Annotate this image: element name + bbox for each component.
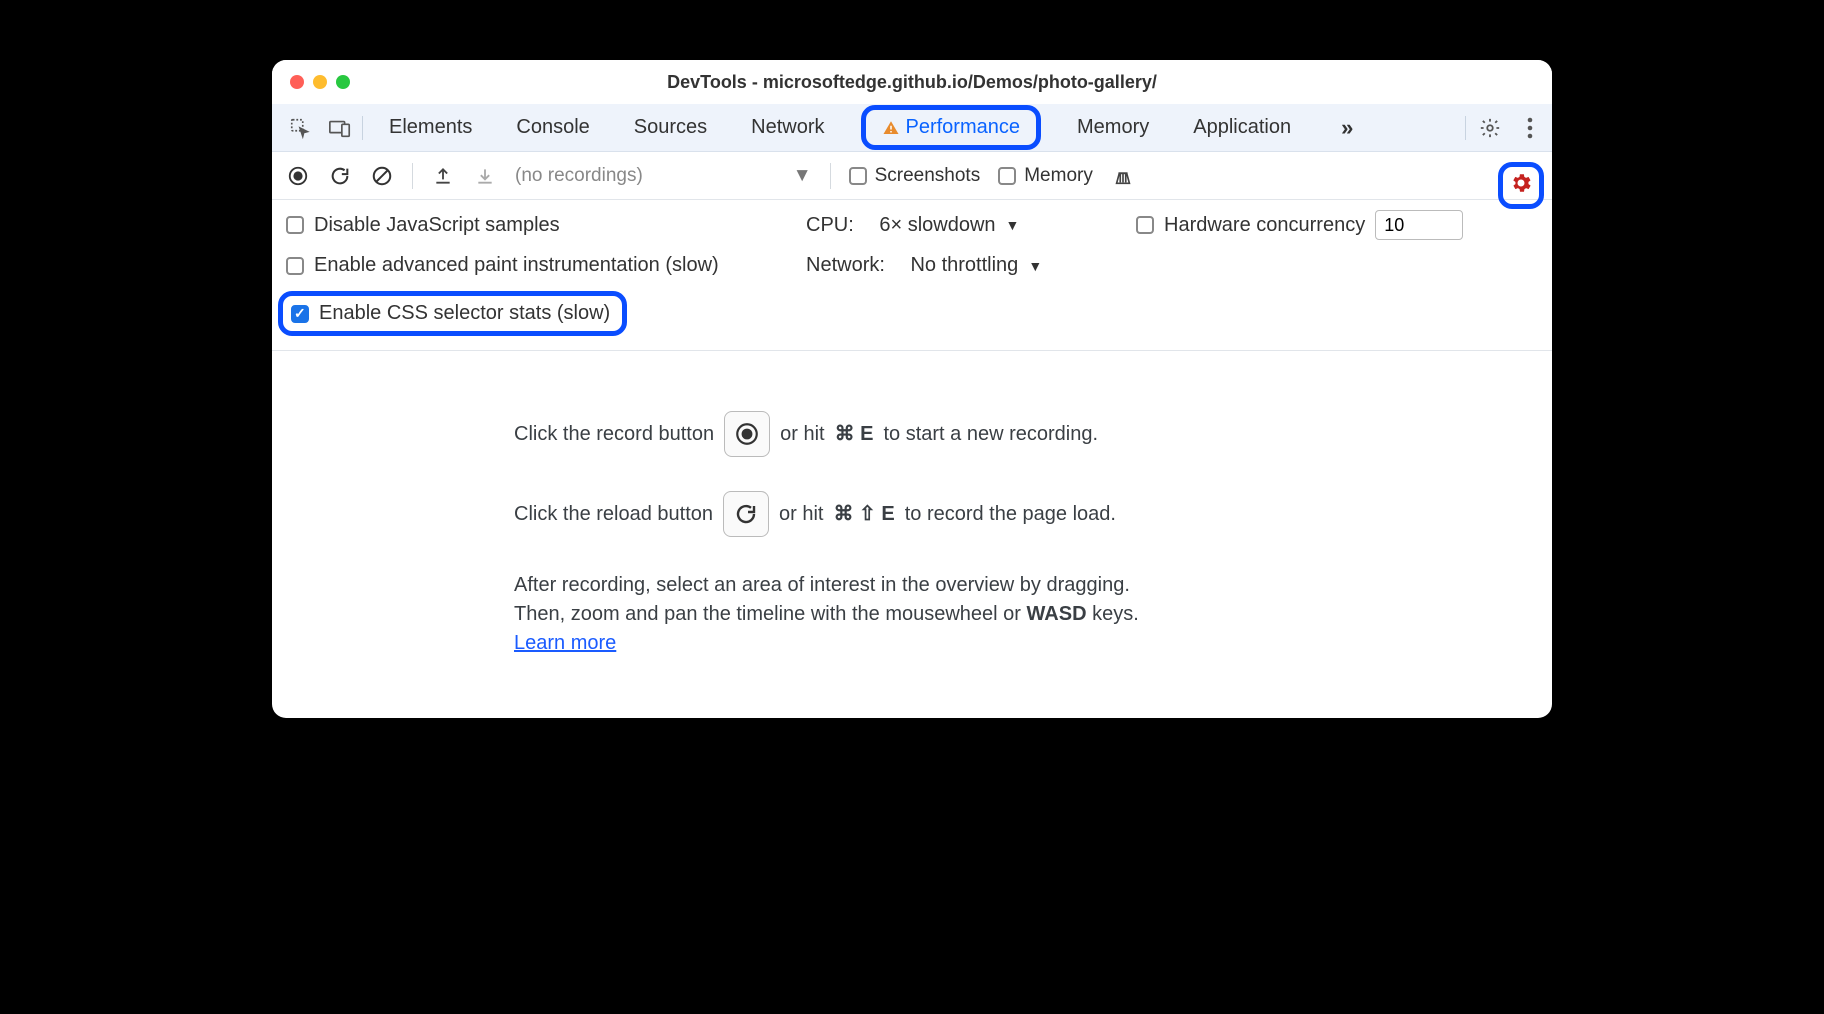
hardware-concurrency-group: Hardware concurrency bbox=[1136, 210, 1538, 240]
close-window-button[interactable] bbox=[290, 75, 304, 89]
window-title: DevTools - microsoftedge.github.io/Demos… bbox=[272, 72, 1552, 93]
tab-elements[interactable]: Elements bbox=[381, 112, 480, 143]
capture-settings-highlight bbox=[1498, 162, 1544, 209]
memory-checkbox[interactable]: Memory bbox=[998, 165, 1093, 187]
settings-gear-icon[interactable] bbox=[1478, 116, 1502, 140]
capture-settings-gear-icon[interactable] bbox=[1509, 171, 1533, 195]
cpu-throttling-dropdown[interactable]: CPU: 6× slowdown ▼ bbox=[806, 214, 1126, 237]
reload-button-inline[interactable] bbox=[723, 491, 769, 537]
tab-network[interactable]: Network bbox=[743, 112, 832, 143]
capture-options: Disable JavaScript samples CPU: 6× slowd… bbox=[272, 200, 1552, 351]
caret-down-icon: ▼ bbox=[793, 165, 812, 187]
screenshots-checkbox[interactable]: Screenshots bbox=[849, 165, 981, 187]
css-selector-stats-highlight: Enable CSS selector stats (slow) bbox=[278, 291, 627, 336]
divider bbox=[412, 163, 413, 189]
checkbox-icon bbox=[849, 167, 867, 185]
checkbox-icon bbox=[286, 257, 304, 275]
checkbox-checked-icon bbox=[291, 305, 309, 323]
tab-console[interactable]: Console bbox=[508, 112, 597, 143]
window-controls bbox=[290, 75, 350, 89]
shortcut-reload: ⌘ ⇧ E bbox=[833, 500, 894, 529]
checkbox-icon bbox=[286, 216, 304, 234]
upload-icon[interactable] bbox=[431, 164, 455, 188]
download-icon[interactable] bbox=[473, 164, 497, 188]
shortcut-record: ⌘ E bbox=[835, 420, 874, 449]
record-button[interactable] bbox=[286, 164, 310, 188]
hardware-concurrency-input[interactable] bbox=[1375, 210, 1463, 240]
device-toolbar-icon[interactable] bbox=[328, 116, 352, 140]
inspect-element-icon[interactable] bbox=[288, 116, 312, 140]
tab-application[interactable]: Application bbox=[1185, 112, 1299, 143]
devtools-tabbar: Elements Console Sources Network Perform… bbox=[272, 104, 1552, 152]
performance-toolbar: (no recordings) ▼ Screenshots Memory bbox=[272, 152, 1552, 200]
advanced-paint-checkbox[interactable]: Enable advanced paint instrumentation (s… bbox=[286, 254, 796, 277]
checkbox-icon bbox=[998, 167, 1016, 185]
garbage-collect-icon[interactable] bbox=[1111, 164, 1135, 188]
maximize-window-button[interactable] bbox=[336, 75, 350, 89]
caret-down-icon: ▼ bbox=[1028, 258, 1042, 274]
inspect-tools bbox=[282, 116, 363, 140]
warning-icon bbox=[882, 119, 900, 137]
tab-memory[interactable]: Memory bbox=[1069, 112, 1157, 143]
performance-empty-state: Click the record button or hit ⌘ E to st… bbox=[272, 351, 1552, 718]
record-instruction: Click the record button or hit ⌘ E to st… bbox=[514, 411, 1532, 457]
record-button-inline[interactable] bbox=[724, 411, 770, 457]
tab-performance[interactable]: Performance bbox=[861, 105, 1042, 150]
checkbox-icon bbox=[1136, 216, 1154, 234]
tab-strip: Elements Console Sources Network Perform… bbox=[381, 105, 1465, 150]
divider bbox=[830, 163, 831, 189]
clear-button[interactable] bbox=[370, 164, 394, 188]
caret-down-icon: ▼ bbox=[1006, 217, 1020, 233]
reload-record-button[interactable] bbox=[328, 164, 352, 188]
minimize-window-button[interactable] bbox=[313, 75, 327, 89]
network-throttling-dropdown[interactable]: Network: No throttling ▼ bbox=[806, 254, 1126, 277]
reload-instruction: Click the reload button or hit ⌘ ⇧ E to … bbox=[514, 491, 1532, 537]
devtools-window: DevTools - microsoftedge.github.io/Demos… bbox=[272, 60, 1552, 718]
titlebar: DevTools - microsoftedge.github.io/Demos… bbox=[272, 60, 1552, 104]
css-selector-stats-checkbox[interactable]: Enable CSS selector stats (slow) bbox=[291, 302, 610, 325]
disable-js-samples-checkbox[interactable]: Disable JavaScript samples bbox=[286, 214, 796, 237]
tab-sources[interactable]: Sources bbox=[626, 112, 715, 143]
recordings-dropdown[interactable]: (no recordings) ▼ bbox=[515, 165, 812, 187]
hardware-concurrency-checkbox[interactable]: Hardware concurrency bbox=[1136, 214, 1365, 237]
kebab-menu-icon[interactable] bbox=[1518, 116, 1542, 140]
after-recording-text: After recording, select an area of inter… bbox=[514, 571, 1532, 658]
tabbar-right bbox=[1465, 116, 1542, 140]
more-tabs-button[interactable]: » bbox=[1333, 111, 1361, 145]
learn-more-link[interactable]: Learn more bbox=[514, 632, 616, 654]
